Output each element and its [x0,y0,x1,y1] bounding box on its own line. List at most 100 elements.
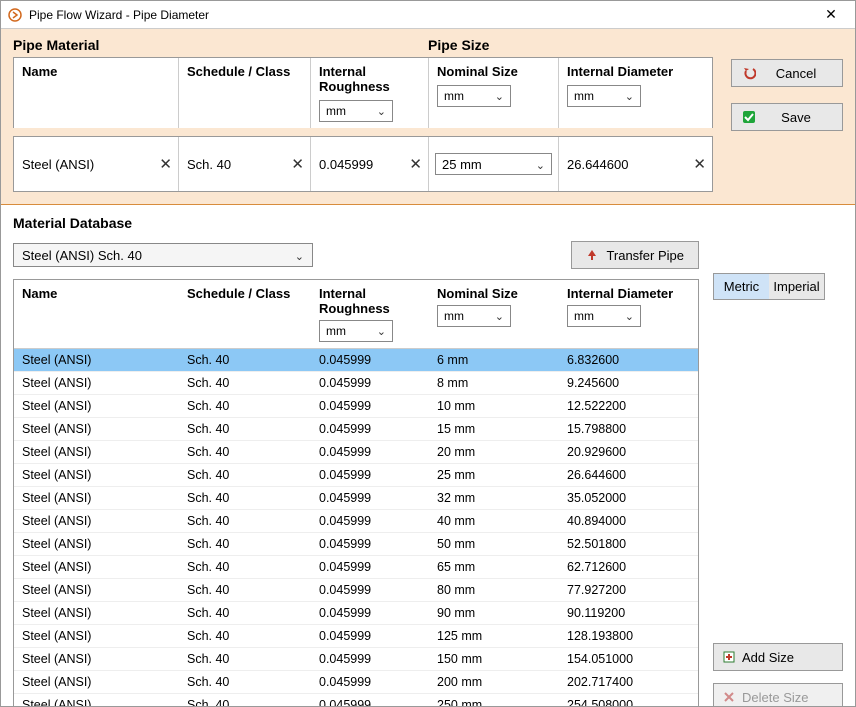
delete-size-button[interactable]: Delete Size [713,683,843,706]
close-button[interactable]: ✕ [813,6,849,23]
row-nominal: 8 mm [429,376,559,390]
row-diameter: 62.712600 [559,560,698,574]
row-nominal: 25 mm [429,468,559,482]
roughness-field[interactable]: 0.045999 [319,157,373,172]
table-row[interactable]: Steel (ANSI)Sch. 400.0459998 mm9.245600 [14,372,698,395]
row-diameter: 26.644600 [559,468,698,482]
transfer-pipe-button[interactable]: Transfer Pipe [571,241,699,269]
row-diameter: 20.929600 [559,445,698,459]
pipe-size-title: Pipe Size [428,37,489,53]
row-diameter: 52.501800 [559,537,698,551]
material-name-field[interactable]: Steel (ANSI) [22,157,94,172]
row-name: Steel (ANSI) [14,422,179,436]
clear-diameter-icon[interactable]: ✕ [693,155,706,173]
row-name: Steel (ANSI) [14,514,179,528]
row-roughness: 0.045999 [311,353,429,367]
material-combo[interactable]: Steel (ANSI) Sch. 40 [13,243,313,267]
row-diameter: 15.798800 [559,422,698,436]
table-row[interactable]: Steel (ANSI)Sch. 400.045999150 mm154.051… [14,648,698,671]
db-nominal-unit-select[interactable]: mm [437,305,511,327]
diameter-unit-select[interactable]: mm [567,85,641,107]
row-name: Steel (ANSI) [14,468,179,482]
table-row[interactable]: Steel (ANSI)Sch. 400.04599925 mm26.64460… [14,464,698,487]
table-row[interactable]: Steel (ANSI)Sch. 400.04599910 mm12.52220… [14,395,698,418]
material-database-panel: Material Database Steel (ANSI) Sch. 40 T… [1,205,855,706]
col-schedule-label: Schedule / Class [187,64,302,81]
row-nominal: 32 mm [429,491,559,505]
row-nominal: 65 mm [429,560,559,574]
row-diameter: 202.717400 [559,675,698,689]
row-roughness: 0.045999 [311,675,429,689]
row-roughness: 0.045999 [311,422,429,436]
roughness-unit-select[interactable]: mm [319,100,393,122]
row-schedule: Sch. 40 [179,629,311,643]
table-row[interactable]: Steel (ANSI)Sch. 400.045999250 mm254.508… [14,694,698,706]
row-schedule: Sch. 40 [179,445,311,459]
check-icon [740,110,758,124]
metric-toggle[interactable]: Metric [714,274,769,299]
row-nominal: 80 mm [429,583,559,597]
row-roughness: 0.045999 [311,514,429,528]
nominal-unit-select[interactable]: mm [437,85,511,107]
save-button[interactable]: Save [731,103,843,131]
row-diameter: 12.522200 [559,399,698,413]
row-name: Steel (ANSI) [14,629,179,643]
row-diameter: 128.193800 [559,629,698,643]
table-row[interactable]: Steel (ANSI)Sch. 400.04599915 mm15.79880… [14,418,698,441]
row-nominal: 50 mm [429,537,559,551]
pipe-material-title: Pipe Material [13,37,428,53]
row-diameter: 9.245600 [559,376,698,390]
row-schedule: Sch. 40 [179,652,311,666]
app-icon [7,7,23,23]
col-name-label: Name [22,64,170,81]
table-row[interactable]: Steel (ANSI)Sch. 400.0459996 mm6.832600 [14,349,698,372]
row-name: Steel (ANSI) [14,376,179,390]
table-row[interactable]: Steel (ANSI)Sch. 400.04599980 mm77.92720… [14,579,698,602]
row-nominal: 125 mm [429,629,559,643]
table-row[interactable]: Steel (ANSI)Sch. 400.04599932 mm35.05200… [14,487,698,510]
row-schedule: Sch. 40 [179,353,311,367]
db-col-schedule: Schedule / Class [187,286,303,301]
row-diameter: 77.927200 [559,583,698,597]
database-table: Name Schedule / Class Internal Roughness… [13,279,699,706]
table-row[interactable]: Steel (ANSI)Sch. 400.04599990 mm90.11920… [14,602,698,625]
database-table-body[interactable]: Steel (ANSI)Sch. 400.0459996 mm6.832600S… [14,349,698,706]
row-roughness: 0.045999 [311,445,429,459]
row-schedule: Sch. 40 [179,606,311,620]
table-row[interactable]: Steel (ANSI)Sch. 400.045999200 mm202.717… [14,671,698,694]
add-size-button[interactable]: Add Size [713,643,843,671]
row-name: Steel (ANSI) [14,583,179,597]
row-name: Steel (ANSI) [14,537,179,551]
cancel-button[interactable]: Cancel [731,59,843,87]
db-roughness-unit-select[interactable]: mm [319,320,393,342]
col-nominal-label: Nominal Size [437,64,550,81]
row-name: Steel (ANSI) [14,652,179,666]
row-nominal: 90 mm [429,606,559,620]
nominal-size-select[interactable]: 25 mm [435,153,552,175]
row-diameter: 6.832600 [559,353,698,367]
table-row[interactable]: Steel (ANSI)Sch. 400.04599920 mm20.92960… [14,441,698,464]
table-row[interactable]: Steel (ANSI)Sch. 400.045999125 mm128.193… [14,625,698,648]
diameter-field[interactable]: 26.644600 [567,157,628,172]
row-roughness: 0.045999 [311,652,429,666]
db-col-nominal: Nominal Size [437,286,551,301]
imperial-toggle[interactable]: Imperial [769,274,824,299]
row-schedule: Sch. 40 [179,422,311,436]
row-diameter: 154.051000 [559,652,698,666]
clear-roughness-icon[interactable]: ✕ [409,155,422,173]
window-title: Pipe Flow Wizard - Pipe Diameter [29,8,813,22]
row-roughness: 0.045999 [311,376,429,390]
table-row[interactable]: Steel (ANSI)Sch. 400.04599940 mm40.89400… [14,510,698,533]
db-diameter-unit-select[interactable]: mm [567,305,641,327]
clear-name-icon[interactable]: ✕ [159,155,172,173]
col-diameter-label: Internal Diameter [567,64,704,81]
table-row[interactable]: Steel (ANSI)Sch. 400.04599965 mm62.71260… [14,556,698,579]
schedule-field[interactable]: Sch. 40 [187,157,231,172]
titlebar: Pipe Flow Wizard - Pipe Diameter ✕ [1,1,855,29]
body: Pipe Material Pipe Size Name Schedule / … [1,29,855,706]
table-row[interactable]: Steel (ANSI)Sch. 400.04599950 mm52.50180… [14,533,698,556]
pipe-header-row: Name Schedule / Class Internal Roughness… [13,57,713,128]
unit-toggle-group: Metric Imperial [713,273,825,300]
clear-schedule-icon[interactable]: ✕ [291,155,304,173]
row-name: Steel (ANSI) [14,675,179,689]
